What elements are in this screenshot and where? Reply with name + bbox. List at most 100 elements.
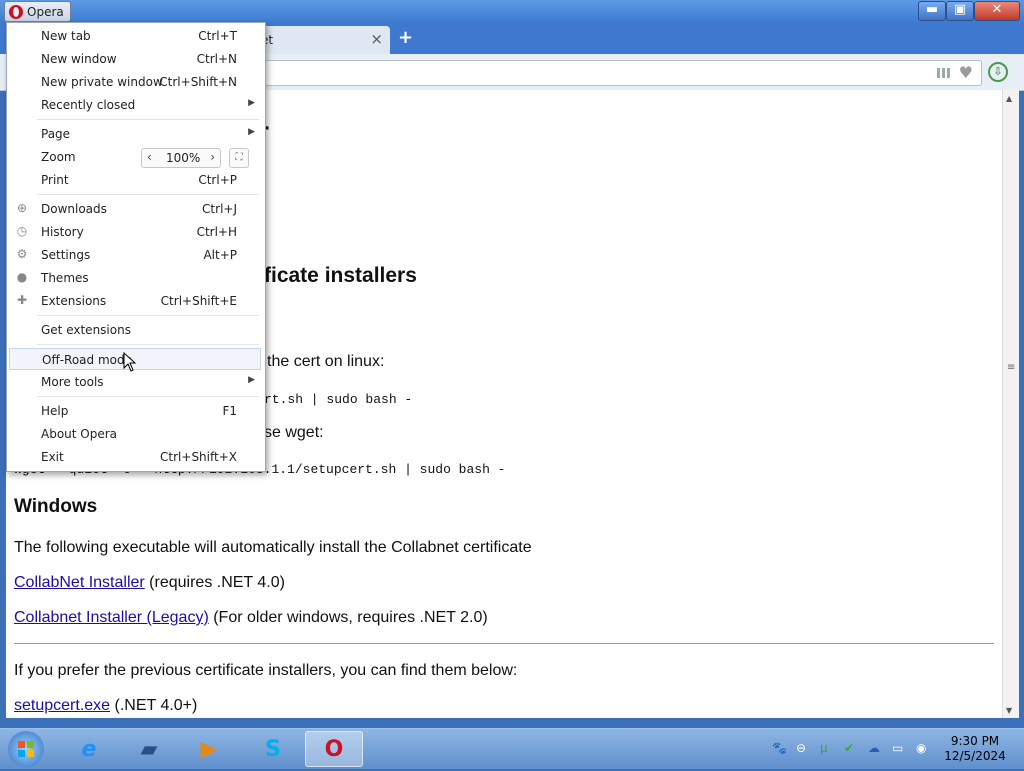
menu-shortcut: Ctrl+N [196,52,237,66]
menu-shortcut: Ctrl+Shift+X [160,450,237,464]
address-bar[interactable]: ♥ [258,60,982,86]
menu-item-help[interactable]: Help F1 [9,400,261,422]
tray-minus-icon[interactable]: ⊖ [796,741,806,755]
menu-label: Exit [41,450,64,464]
menu-item-new-window[interactable]: New window Ctrl+N [9,48,261,70]
start-button[interactable] [8,731,44,767]
menu-label: Print [41,173,69,187]
menu-label: Extensions [41,294,107,308]
collabnet-legacy-installer-link[interactable]: Collabnet Installer (Legacy) [14,609,209,626]
menu-label: About Opera [41,427,118,441]
menu-item-about-opera[interactable]: About Opera [9,423,261,445]
droplet-icon: ● [16,270,28,284]
zoom-value: 100% [166,151,201,165]
internet-explorer-icon[interactable]: e [60,731,118,767]
tab-close-icon[interactable]: × [370,30,383,48]
menu-item-get-extensions[interactable]: Get extensions [9,319,261,341]
zoom-out-button[interactable]: ‹ [147,150,152,164]
tray-app-icon[interactable]: 🐾 [772,741,787,755]
menu-item-recently-closed[interactable]: Recently closed ▶ [9,94,261,116]
skype-icon[interactable]: S [244,731,302,767]
new-tab-button[interactable]: + [398,27,413,48]
menu-separator [37,315,259,316]
opera-logo-icon [9,4,23,19]
puzzle-icon: ✚ [16,293,28,307]
window-titlebar: Opera ▬ ▣ ✕ [0,0,1024,22]
curl-command: rt.sh | sudo bash - [264,392,413,407]
libraries-icon[interactable]: ▰ [120,731,178,767]
menu-item-exit[interactable]: Exit Ctrl+Shift+X [9,446,261,468]
menu-label: Off-Road mode [42,353,132,367]
collabnet-installer-link[interactable]: CollabNet Installer [14,574,145,591]
menu-label: Help [41,404,69,418]
menu-item-more-tools[interactable]: More tools ▶ [9,371,261,393]
submenu-arrow-icon: ▶ [248,127,255,137]
menu-item-new-tab[interactable]: New tab Ctrl+T [9,25,261,47]
fullscreen-icon[interactable]: ⛶ [229,148,249,168]
tray-network-icon[interactable]: ☁ [868,741,880,755]
menu-shortcut: Ctrl+Shift+N [159,75,237,89]
menu-item-settings[interactable]: ⚙ Settings Alt+P [9,244,261,266]
menu-item-downloads[interactable]: ⊕ Downloads Ctrl+J [9,198,261,220]
linux-instructions: the cert on linux: [267,353,385,370]
tray-volume-icon[interactable]: ◉ [916,741,926,755]
zoom-in-button[interactable]: › [210,150,215,164]
menu-label: Zoom [41,150,76,164]
menu-item-extensions[interactable]: ✚ Extensions Ctrl+Shift+E [9,290,261,312]
setupcert-link[interactable]: setupcert.exe [14,697,110,714]
close-window-button[interactable]: ✕ [974,1,1020,21]
menu-shortcut: Ctrl+Shift+E [160,294,237,308]
menu-item-print[interactable]: Print Ctrl+P [9,169,261,191]
menu-item-zoom: Zoom [9,146,261,168]
vertical-scrollbar[interactable]: ▲ ≡ ▼ [1002,90,1019,718]
zoom-control: ‹ 100% › [141,148,221,168]
menu-label: More tools [41,375,104,389]
menu-label: New tab [41,29,91,43]
menu-label: History [41,225,84,239]
setupcert-line: setupcert.exe (.NET 4.0+) [14,697,197,715]
windows-heading: Windows [14,496,98,517]
clock-icon: ◷ [16,224,28,238]
menu-label: New window [41,52,117,66]
tray-torrent-icon[interactable]: µ [820,741,828,755]
opera-taskbar-icon[interactable]: O [305,731,363,767]
clock-time: 9:30 PM [950,734,1000,748]
submenu-arrow-icon: ▶ [248,98,255,108]
tray-monitor-icon[interactable]: ▭ [892,741,903,755]
menu-item-history[interactable]: ◷ History Ctrl+H [9,221,261,243]
tray-check-icon[interactable]: ✔ [844,741,854,755]
speed-dial-icon[interactable] [937,68,951,78]
clock-date: 12/5/2024 [944,749,1006,763]
opera-main-menu: New tab Ctrl+T New window Ctrl+N New priva… [6,22,266,472]
windows-description: The following executable will automatica… [14,539,532,556]
wget-instructions: se wget: [264,424,324,441]
previous-installers-text: If you prefer the previous certificate i… [14,662,518,679]
opera-menu-label: Opera [27,4,64,19]
scroll-grip-icon[interactable]: ≡ [1007,362,1015,373]
menu-separator [37,396,259,397]
menu-label: Downloads [41,202,107,216]
installer-1-note: (requires .NET 4.0) [144,574,285,591]
menu-shortcut: Ctrl+P [198,173,237,187]
download-icon[interactable]: ⇩ [988,62,1008,82]
menu-shortcut: F1 [222,404,237,418]
menu-separator [37,344,259,345]
menu-item-page[interactable]: Page ▶ [9,123,261,145]
heart-icon[interactable]: ♥ [959,63,973,82]
setupcert-note: (.NET 4.0+) [110,697,198,714]
divider [14,643,994,644]
scroll-up-icon[interactable]: ▲ [1006,94,1012,103]
menu-label: Themes [41,271,89,285]
menu-shortcut: Ctrl+T [198,29,237,43]
minimize-button[interactable]: ▬ [918,1,946,21]
section-heading: ficate installers [264,264,417,287]
maximize-button[interactable]: ▣ [946,1,974,21]
menu-label: Get extensions [41,323,131,337]
opera-menu-button[interactable]: Opera [4,1,71,22]
system-clock[interactable]: 9:30 PM 12/5/2024 [940,734,1010,764]
menu-item-new-private-window[interactable]: New private window Ctrl+Shift+N [9,71,261,93]
menu-label: Page [41,127,71,141]
scroll-down-icon[interactable]: ▼ [1006,706,1012,715]
media-player-icon[interactable]: ▶ [180,731,238,767]
menu-item-themes[interactable]: ● Themes [9,267,261,289]
